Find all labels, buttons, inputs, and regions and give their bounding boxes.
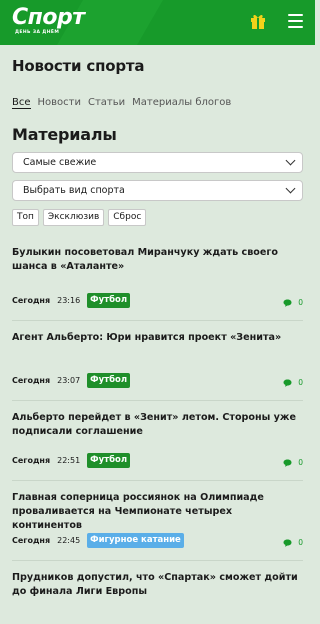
filter-chips: Топ Эксклюзив Сброс [12,209,303,226]
article-day: Сегодня [12,376,51,385]
article-time: 22:51 [57,456,81,465]
tab-all[interactable]: Все [12,97,31,109]
article-meta: Сегодня 23:07 Футбол [12,373,131,388]
page-title: Новости спорта [12,57,145,75]
sort-select[interactable]: Самые свежие [12,152,303,173]
filter-exclusive-button[interactable]: Эксклюзив [42,209,105,226]
article-list: Булыкин посоветовал Миранчуку ждать свое… [12,234,303,624]
comments-count[interactable]: 0 [283,378,303,387]
filter-reset-button[interactable]: Сброс [108,209,147,226]
article-title[interactable]: Главная соперница россиянок на Олимпиаде… [12,491,303,533]
sport-tag[interactable]: Футбол [87,293,131,308]
chevron-down-icon [285,155,296,166]
sport-select-value: Выбрать вид спорта [23,185,125,196]
article-time: 23:07 [57,376,81,385]
comments-count[interactable]: 0 [283,458,303,467]
comments-count[interactable]: 0 [283,538,303,547]
comments-value: 0 [298,298,303,307]
hamburger-menu-icon[interactable] [288,14,303,28]
comments-value: 0 [298,538,303,547]
list-item[interactable]: Главная соперница россиянок на Олимпиаде… [12,480,303,560]
news-tabs: Все Новости Статьи Материалы блогов [12,97,303,109]
filter-top-button[interactable]: Топ [12,209,39,226]
comment-icon [283,299,292,307]
tab-news[interactable]: Новости [38,97,81,109]
article-day: Сегодня [12,536,51,545]
list-item[interactable]: Альберто перейдет в «Зенит» летом. Сторо… [12,400,303,480]
site-header: Спорт ДЕНЬ ЗА ДНЁМ [0,0,315,45]
comment-icon [283,539,292,547]
article-title[interactable]: Прудников допустил, что «Спартак» сможет… [12,571,303,599]
sport-tag[interactable]: Футбол [87,453,131,468]
list-item[interactable]: Булыкин посоветовал Миранчуку ждать свое… [12,234,303,320]
article-meta: Сегодня 23:16 Футбол [12,293,131,308]
article-time: 22:45 [57,536,81,545]
article-time: 23:16 [57,296,81,305]
sport-tag[interactable]: Футбол [87,373,131,388]
comment-icon [283,459,292,467]
comments-count[interactable]: 0 [283,298,303,307]
comment-icon [283,379,292,387]
logo-tagline: ДЕНЬ ЗА ДНЁМ [15,30,60,35]
tab-blog-materials[interactable]: Материалы блогов [132,97,231,109]
list-item[interactable]: Прудников допустил, что «Спартак» сможет… [12,560,303,624]
tab-articles[interactable]: Статьи [88,97,125,109]
chevron-down-icon [285,183,296,194]
article-title[interactable]: Булыкин посоветовал Миранчуку ждать свое… [12,246,303,274]
article-day: Сегодня [12,456,51,465]
sport-select[interactable]: Выбрать вид спорта [12,180,303,201]
gift-icon[interactable] [249,12,267,30]
article-meta: Сегодня 22:45 Фигурное катание [12,533,184,548]
comments-value: 0 [298,458,303,467]
logo-text: Спорт [12,5,85,30]
article-day: Сегодня [12,296,51,305]
article-title[interactable]: Агент Альберто: Юри нравится проект «Зен… [12,331,303,345]
materials-title: Материалы [12,125,117,144]
article-title[interactable]: Альберто перейдет в «Зенит» летом. Сторо… [12,411,303,439]
article-meta: Сегодня 22:51 Футбол [12,453,131,468]
sort-select-value: Самые свежие [23,157,97,168]
comments-value: 0 [298,378,303,387]
sport-tag[interactable]: Фигурное катание [87,533,184,548]
site-logo[interactable]: Спорт ДЕНЬ ЗА ДНЁМ [12,5,85,36]
list-item[interactable]: Агент Альберто: Юри нравится проект «Зен… [12,320,303,400]
